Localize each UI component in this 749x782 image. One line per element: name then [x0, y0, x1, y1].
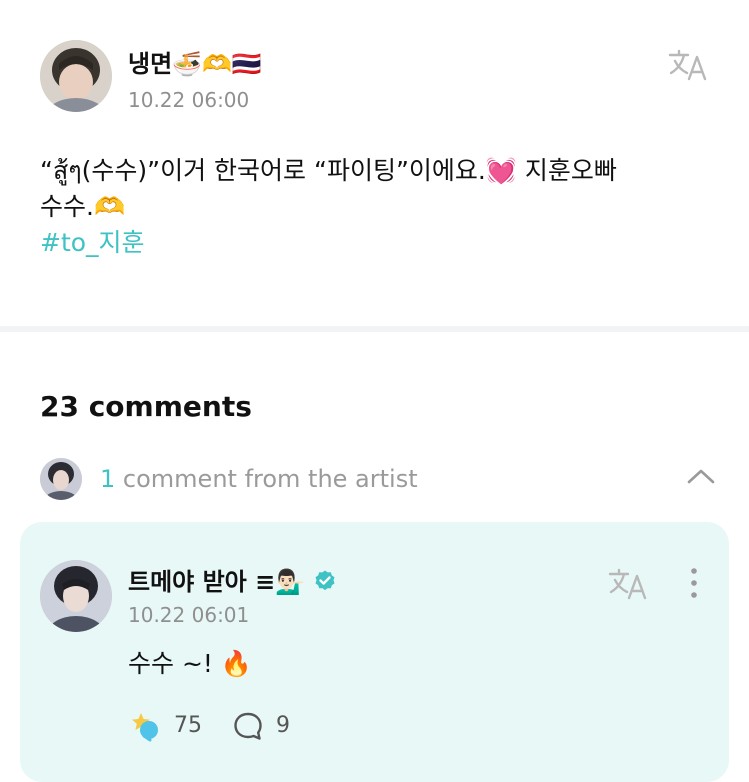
- chevron-up-icon[interactable]: [686, 466, 716, 486]
- artist-name: 트메야 받아: [128, 568, 247, 596]
- reply-bubble-icon: [234, 712, 262, 740]
- post-body: “สู้ๆ(수수)”이거 한국어로 “파이팅”이에요.💓 지훈오빠 수수.🫶 #…: [40, 153, 720, 261]
- translate-icon[interactable]: [607, 566, 649, 602]
- translate-icon[interactable]: [667, 47, 709, 83]
- post-body-line: 수수.🫶: [40, 192, 126, 221]
- artist-avatar-small: [40, 458, 82, 500]
- artist-comments-toggle[interactable]: 1 comment from the artist: [40, 456, 720, 502]
- artist-comment-card: 트메야 받아 ≡💁🏻‍♂️ 10.22 06:01 수수 ~! 🔥: [20, 522, 729, 782]
- more-vertical-icon[interactable]: [688, 566, 700, 600]
- author-avatar[interactable]: [40, 40, 112, 112]
- reply-count: 9: [276, 713, 290, 738]
- comment-timestamp: 10.22 06:01: [128, 603, 250, 627]
- verified-badge-icon: [315, 570, 335, 591]
- hashtag-link[interactable]: #to_지훈: [40, 225, 720, 261]
- post: 냉면🍜🫶🇹🇭 10.22 06:00 “สู้ๆ(수수)”이거 한국어로 “파이…: [0, 0, 749, 326]
- comments-count: 23 comments: [40, 390, 252, 423]
- artist-comment-text: comment from the artist: [115, 465, 418, 493]
- author-name[interactable]: 냉면🍜🫶🇹🇭: [128, 44, 262, 79]
- artist-comments-label: 1 comment from the artist: [100, 465, 418, 493]
- like-count: 75: [174, 713, 202, 738]
- like-reaction-icon: [132, 713, 158, 742]
- comment-text: 수수 ~! 🔥: [128, 649, 252, 678]
- artist-name-row[interactable]: 트메야 받아 ≡💁🏻‍♂️: [128, 562, 337, 597]
- artist-avatar[interactable]: [40, 560, 112, 632]
- like-button[interactable]: 75: [128, 710, 218, 742]
- section-divider: [0, 326, 749, 332]
- post-body-line: “สู้ๆ(수수)”이거 한국어로 “파이팅”이에요.💓 지훈오빠: [40, 156, 617, 185]
- post-timestamp: 10.22 06:00: [128, 88, 250, 112]
- reply-button[interactable]: 9: [232, 710, 312, 742]
- artist-name-emoji: ≡💁🏻‍♂️: [255, 568, 306, 596]
- artist-comment-count: 1: [100, 465, 116, 493]
